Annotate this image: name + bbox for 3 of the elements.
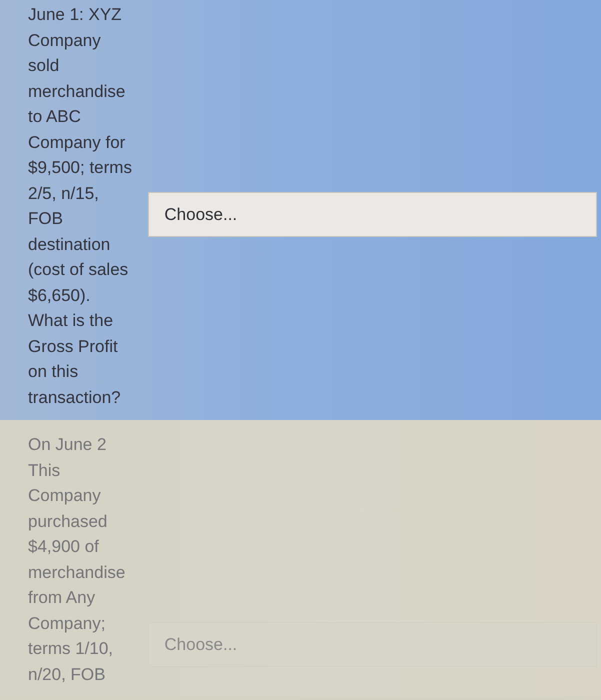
question-text: June 1: XYZ Company sold merchandise to ABC Company for $9,500; terms 2/5, n/15, FOB destination (cost of sales $6,650). What is the Gross Profit on this transaction?	[28, 4, 133, 408]
question-text: On June 2 This Company purchased $4,900 of merchandise from Any Company; terms 1/10, n/20, FOB	[28, 434, 126, 686]
answer-dropdown[interactable]: Choose...	[148, 192, 597, 237]
